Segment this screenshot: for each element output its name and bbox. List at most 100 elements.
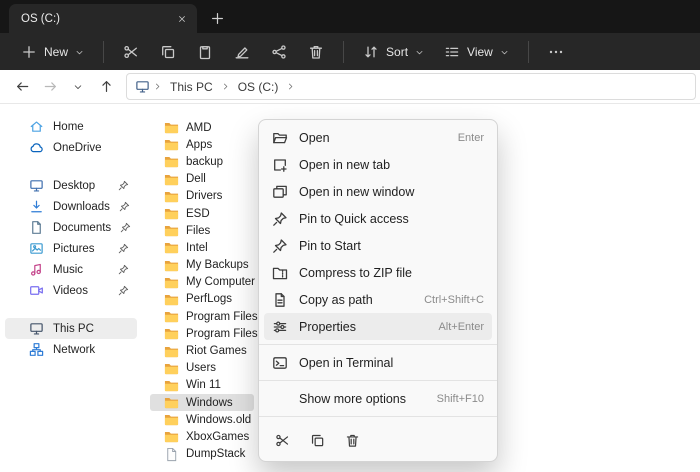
sidebar-item-documents[interactable]: Documents bbox=[5, 217, 137, 238]
file-row[interactable]: My Computer bbox=[150, 274, 254, 291]
back-button[interactable] bbox=[9, 74, 35, 100]
menu-item-open[interactable]: OpenEnter bbox=[264, 124, 492, 151]
file-row[interactable]: Program Files bbox=[150, 308, 254, 325]
new-button[interactable]: New bbox=[12, 38, 93, 66]
menu-item-label: Open in new tab bbox=[299, 158, 484, 172]
file-row[interactable]: Files bbox=[150, 222, 254, 239]
file-row[interactable]: Windows.old bbox=[150, 411, 254, 428]
pin-icon bbox=[119, 201, 130, 212]
menu-item-shortcut: Enter bbox=[458, 132, 484, 144]
sidebar-item-label: Network bbox=[53, 344, 129, 356]
menu-item-properties[interactable]: PropertiesAlt+Enter bbox=[264, 313, 492, 340]
pin-icon bbox=[272, 211, 288, 227]
copy-button[interactable] bbox=[151, 38, 185, 66]
chevron-down-icon bbox=[500, 48, 509, 57]
close-icon[interactable] bbox=[173, 10, 191, 28]
cloud-icon bbox=[29, 140, 44, 155]
sort-button[interactable]: Sort bbox=[354, 38, 433, 66]
sidebar-item-label: OneDrive bbox=[53, 142, 129, 154]
menu-item-open-in-new-window[interactable]: Open in new window bbox=[264, 178, 492, 205]
rename-icon bbox=[234, 44, 250, 60]
sort-icon bbox=[363, 44, 379, 60]
sidebar-item-label: Pictures bbox=[53, 243, 109, 255]
file-row[interactable]: Dell bbox=[150, 171, 254, 188]
file-name: XboxGames bbox=[186, 431, 249, 443]
folder-icon bbox=[164, 172, 179, 187]
sidebar-item-onedrive[interactable]: OneDrive bbox=[5, 137, 137, 158]
videos-icon bbox=[29, 283, 44, 298]
arrow-left-icon bbox=[15, 79, 30, 94]
delete-button[interactable] bbox=[337, 426, 368, 454]
toolbar-file-actions bbox=[114, 38, 333, 66]
sidebar-item-network[interactable]: Network bbox=[5, 339, 137, 360]
rename-button[interactable] bbox=[225, 38, 259, 66]
file-row[interactable]: XboxGames bbox=[150, 428, 254, 445]
file-row[interactable]: ESD bbox=[150, 205, 254, 222]
menu-item-open-in-new-tab[interactable]: Open in new tab bbox=[264, 151, 492, 178]
menu-item-compress-to-zip-file[interactable]: Compress to ZIP file bbox=[264, 259, 492, 286]
breadcrumb-os-c[interactable]: OS (C:) bbox=[233, 78, 284, 96]
menu-item-label: Pin to Quick access bbox=[299, 212, 484, 226]
file-row[interactable]: Windows bbox=[150, 394, 254, 411]
arrow-right-icon bbox=[43, 79, 58, 94]
cut-button[interactable] bbox=[267, 426, 298, 454]
monitor-icon bbox=[29, 178, 44, 193]
file-name: My Backups bbox=[186, 259, 249, 271]
cut-button[interactable] bbox=[114, 38, 148, 66]
file-name: Intel bbox=[186, 242, 208, 254]
file-row[interactable]: Apps bbox=[150, 136, 254, 153]
download-icon bbox=[29, 199, 44, 214]
file-row[interactable]: Program Files (x86) bbox=[150, 325, 254, 342]
file-row[interactable]: PerfLogs bbox=[150, 291, 254, 308]
trash-icon bbox=[308, 44, 324, 60]
copy-button[interactable] bbox=[302, 426, 333, 454]
new-tab-button[interactable] bbox=[210, 11, 225, 26]
file-name: backup bbox=[186, 156, 223, 168]
sidebar-item-music[interactable]: Music bbox=[5, 259, 137, 280]
menu-item-open-in-terminal[interactable]: Open in Terminal bbox=[264, 349, 492, 376]
sidebar-item-desktop[interactable]: Desktop bbox=[5, 175, 137, 196]
folder-icon bbox=[164, 240, 179, 255]
explorer-tab[interactable]: OS (C:) bbox=[9, 4, 197, 33]
file-row[interactable]: DumpStack bbox=[150, 446, 254, 463]
file-row[interactable]: Users bbox=[150, 360, 254, 377]
file-row[interactable]: My Backups bbox=[150, 257, 254, 274]
menu-item-copy-as-path[interactable]: Copy as pathCtrl+Shift+C bbox=[264, 286, 492, 313]
menu-item-pin-to-start[interactable]: Pin to Start bbox=[264, 232, 492, 259]
address-bar[interactable]: This PC OS (C:) bbox=[126, 73, 696, 100]
file-row[interactable]: backup bbox=[150, 153, 254, 170]
up-button[interactable] bbox=[93, 74, 119, 100]
file-name: Apps bbox=[186, 139, 212, 151]
file-row[interactable]: Drivers bbox=[150, 188, 254, 205]
recent-locations-button[interactable] bbox=[65, 74, 91, 100]
file-name: DumpStack bbox=[186, 448, 245, 460]
sidebar-item-videos[interactable]: Videos bbox=[5, 280, 137, 301]
file-row[interactable]: Win 11 bbox=[150, 377, 254, 394]
share-button[interactable] bbox=[262, 38, 296, 66]
pin-icon bbox=[120, 222, 131, 233]
more-options-button[interactable] bbox=[539, 38, 573, 66]
menu-item-show-more-options[interactable]: Show more optionsShift+F10 bbox=[264, 385, 492, 412]
menu-item-pin-to-quick-access[interactable]: Pin to Quick access bbox=[264, 205, 492, 232]
paste-button[interactable] bbox=[188, 38, 222, 66]
file-name: Windows.old bbox=[186, 414, 251, 426]
file-row[interactable]: Riot Games bbox=[150, 342, 254, 359]
sidebar-item-pictures[interactable]: Pictures bbox=[5, 238, 137, 259]
chevron-right-icon bbox=[286, 82, 295, 91]
folder-icon bbox=[164, 137, 179, 152]
folder-icon bbox=[164, 223, 179, 238]
sidebar: Home OneDrive DesktopDownloads Documents Pic… bbox=[0, 104, 142, 472]
delete-button[interactable] bbox=[299, 38, 333, 66]
sidebar-item-this-pc[interactable]: This PC bbox=[5, 318, 137, 339]
sidebar-item-home[interactable]: Home bbox=[5, 116, 137, 137]
arrow-up-icon bbox=[99, 79, 114, 94]
forward-button[interactable] bbox=[37, 74, 63, 100]
sidebar-item-downloads[interactable]: Downloads bbox=[5, 196, 137, 217]
file-row[interactable]: AMD bbox=[150, 119, 254, 136]
file-row[interactable]: Intel bbox=[150, 239, 254, 256]
chevron-down-icon bbox=[75, 48, 84, 57]
menu-item-label: Properties bbox=[299, 320, 427, 334]
view-button[interactable]: View bbox=[435, 38, 518, 66]
sidebar-item-label: Documents bbox=[53, 222, 111, 234]
breadcrumb-this-pc[interactable]: This PC bbox=[165, 78, 218, 96]
